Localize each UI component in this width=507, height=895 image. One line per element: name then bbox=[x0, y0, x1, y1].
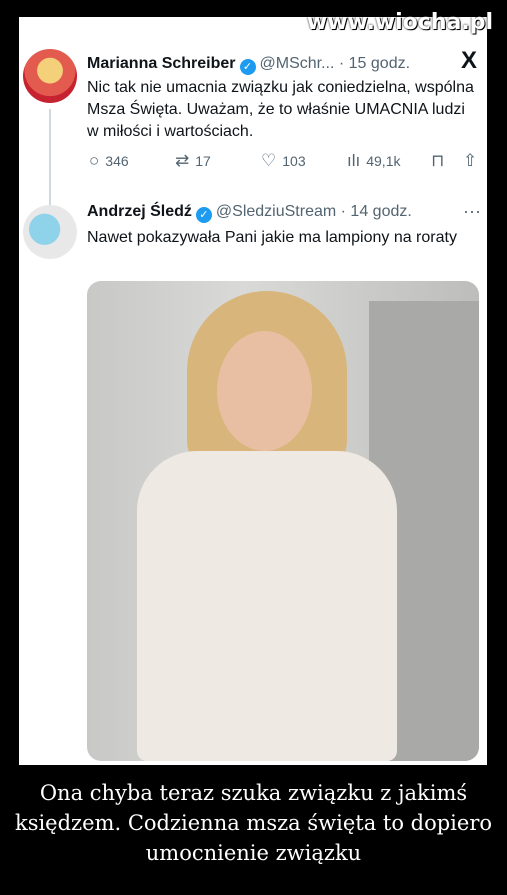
thread-connector-line bbox=[49, 109, 51, 205]
retweet-count: 17 bbox=[195, 153, 211, 169]
x-logo-icon: X bbox=[460, 47, 477, 74]
tweet-1-actions: ○ 346 ⇄ 17 ♡ 103 ılı 49,1k ⊓ ⇧ bbox=[85, 151, 481, 175]
tweet-1-header: Marianna Schreiber ✓ @MSchr... · 15 godz. bbox=[87, 55, 410, 75]
reply-count: 346 bbox=[105, 153, 129, 169]
like-count: 103 bbox=[282, 153, 306, 169]
views-chart-icon: ılı bbox=[347, 151, 361, 170]
meme-caption: Ona chyba teraz szuka związku z jakimś k… bbox=[14, 781, 493, 865]
tweet-2-media-photo[interactable] bbox=[87, 281, 479, 761]
views-button[interactable]: ılı 49,1k bbox=[347, 151, 400, 171]
author-name[interactable]: Marianna Schreiber bbox=[87, 55, 236, 72]
tweet-2-header: Andrzej Śledź ✓ @SledziuStream · 14 godz. bbox=[87, 203, 412, 223]
views-count: 49,1k bbox=[366, 153, 401, 169]
bookmark-button[interactable]: ⊓ bbox=[431, 151, 444, 171]
tweet-time[interactable]: · 14 godz. bbox=[341, 203, 412, 220]
tweet-time[interactable]: · 15 godz. bbox=[339, 55, 410, 72]
tweet-2-text: Nawet pokazywała Pani jakie ma lampiony … bbox=[87, 229, 457, 246]
verified-badge-icon: ✓ bbox=[195, 207, 212, 223]
avatar-andrzej[interactable] bbox=[23, 205, 77, 259]
author-name[interactable]: Andrzej Śledź bbox=[87, 203, 192, 220]
more-options-icon[interactable]: ··· bbox=[463, 201, 481, 222]
verified-badge-icon: ✓ bbox=[239, 59, 256, 75]
tweet-screenshot-panel: Marianna Schreiber ✓ @MSchr... · 15 godz. … bbox=[19, 17, 487, 765]
bookmark-icon: ⊓ bbox=[431, 151, 445, 170]
retweet-button[interactable]: ⇄ 17 bbox=[175, 151, 211, 171]
retweet-icon: ⇄ bbox=[175, 151, 190, 170]
photo-person-silhouette bbox=[107, 281, 427, 761]
reply-icon: ○ bbox=[89, 151, 100, 170]
avatar-marianna[interactable] bbox=[23, 49, 77, 103]
site-watermark: www.wiocha.pl bbox=[306, 10, 493, 35]
heart-icon: ♡ bbox=[261, 151, 277, 170]
share-icon: ⇧ bbox=[463, 151, 478, 170]
author-handle[interactable]: @SledziuStream bbox=[216, 203, 336, 220]
photo-face-shape bbox=[217, 331, 312, 451]
like-button[interactable]: ♡ 103 bbox=[261, 151, 306, 171]
photo-clothing-shape bbox=[137, 451, 397, 761]
tweet-1-text: Nic tak nie umacnia związku jak coniedzi… bbox=[87, 79, 474, 140]
author-handle[interactable]: @MSchr... bbox=[260, 55, 335, 72]
reply-button[interactable]: ○ 346 bbox=[89, 151, 129, 171]
share-button[interactable]: ⇧ bbox=[463, 151, 477, 171]
